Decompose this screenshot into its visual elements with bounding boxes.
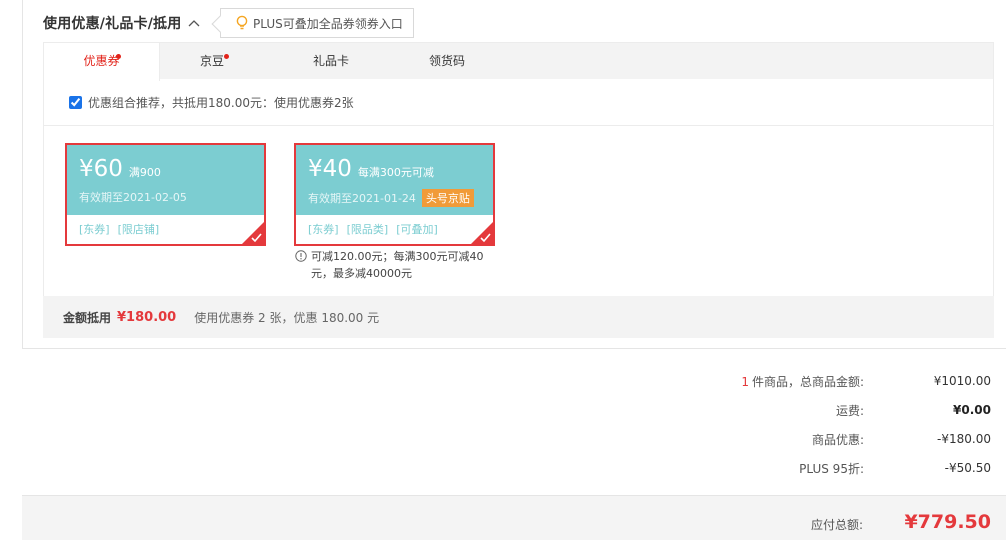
tab-label: 领货码 xyxy=(428,54,465,68)
summary-label: 1 件商品，总商品金额: xyxy=(664,373,864,390)
coupon-panel: 优惠券 京豆 礼品卡 领货码 优惠组合推荐，共抵用180.00元：使用优惠券2张… xyxy=(43,42,994,338)
amount-label: 金额抵用 xyxy=(63,310,112,325)
plus-label: PLUS 95折: xyxy=(799,461,864,476)
coupon-card[interactable]: ¥40 每满300元可减 有效期至2021-01-24 头号京贴 [东券] [限品类… xyxy=(294,143,495,246)
coupon-expiry: 有效期至2021-01-24 头号京贴 xyxy=(308,189,493,207)
coupon-expiry-text: 有效期至2021-01-24 xyxy=(308,192,416,205)
plus-value: -¥50.50 xyxy=(944,461,991,475)
discount-amount-bar: 金额抵用 ¥180.00 使用优惠券 2 张，优惠 180.00 元 xyxy=(43,296,994,338)
coupon-expiry-text: 有效期至2021-02-05 xyxy=(79,191,187,204)
coupon-header: ¥40 每满300元可减 有效期至2021-01-24 头号京贴 xyxy=(296,145,493,215)
coupon-note: 可减120.00元；每满300元可减40元，最多减40000元 xyxy=(295,248,495,282)
summary-items-total: 1 件商品，总商品金额: ¥1010.00 xyxy=(664,371,991,391)
tab-coupons[interactable]: 优惠券 xyxy=(44,43,160,81)
payable-total-bar: 应付总额: ¥779.50 xyxy=(22,495,1006,540)
selected-check-icon xyxy=(242,222,264,244)
coupon-note-text: 可减120.00元；每满300元可减40元，最多减40000元 xyxy=(311,250,484,280)
tab-bar: 优惠券 京豆 礼品卡 领货码 xyxy=(43,42,994,81)
coupon-condition: 每满300元可减 xyxy=(357,166,434,179)
coupon-tag: [东券] xyxy=(79,223,110,236)
shipping-label: 运费: xyxy=(835,403,864,418)
plus-tip-text: PLUS可叠加全品券领券入口 xyxy=(253,16,403,31)
coupon-amount: ¥40 xyxy=(308,156,352,182)
tab-gift-card[interactable]: 礼品卡 xyxy=(276,43,386,80)
summary-plus: PLUS 95折: -¥50.50 xyxy=(664,458,991,478)
plus-tip-bubble[interactable]: PLUS可叠加全品券领券入口 xyxy=(220,8,414,38)
coupon-tag: [东券] xyxy=(308,223,339,236)
coupon-tags: [东券] [限店铺] xyxy=(67,215,264,244)
tab-jingdou[interactable]: 京豆 xyxy=(160,43,264,80)
coupon-badge: 头号京贴 xyxy=(421,189,474,207)
section-title: 使用优惠/礼品卡/抵用 xyxy=(43,16,182,32)
summary-shipping: 运费: ¥0.00 xyxy=(664,400,991,420)
coupon-list: ¥60 满900 有效期至2021-02-05 [东券] [限店铺] ¥40 每满30… xyxy=(43,125,994,296)
combo-recommend-row: 优惠组合推荐，共抵用180.00元：使用优惠券2张 xyxy=(43,79,994,125)
coupon-card[interactable]: ¥60 满900 有效期至2021-02-05 [东券] [限店铺] xyxy=(65,143,266,246)
tab-label: 优惠券 xyxy=(83,54,120,68)
tab-redeem-code[interactable]: 领货码 xyxy=(394,43,500,80)
chevron-up-icon[interactable] xyxy=(187,16,201,30)
coupon-header: ¥60 满900 有效期至2021-02-05 xyxy=(67,145,264,215)
summary-discount: 商品优惠: -¥180.00 xyxy=(664,429,991,449)
payable-label: 应付总额: xyxy=(810,518,863,532)
tab-label: 礼品卡 xyxy=(312,54,349,68)
amount-desc: 使用优惠券 2 张，优惠 180.00 元 xyxy=(194,310,380,325)
combo-checkbox[interactable] xyxy=(69,95,82,109)
coupon-condition: 满900 xyxy=(128,166,161,179)
tab-label: 京豆 xyxy=(199,54,224,68)
coupon-tag: [可叠加] xyxy=(396,223,438,236)
notification-dot xyxy=(116,54,121,59)
items-total-value: ¥1010.00 xyxy=(933,374,991,388)
lightbulb-icon xyxy=(235,15,249,31)
notification-dot xyxy=(224,54,229,59)
discount-label: 商品优惠: xyxy=(811,432,864,447)
panel-left-border xyxy=(22,0,23,349)
items-count: 1 xyxy=(741,374,749,389)
selected-check-icon xyxy=(471,222,493,244)
panel-bottom-border xyxy=(22,348,1006,349)
coupon-tag: [限品类] xyxy=(346,223,389,236)
coupon-expiry: 有效期至2021-02-05 xyxy=(79,189,264,205)
items-label: 件商品，总商品金额: xyxy=(751,374,864,389)
combo-text: 优惠组合推荐，共抵用180.00元：使用优惠券2张 xyxy=(88,95,354,110)
payable-value: ¥779.50 xyxy=(904,511,991,533)
amount-value: ¥180.00 xyxy=(117,309,177,325)
coupon-tags: [东券] [限品类] [可叠加] xyxy=(296,215,493,244)
coupon-amount: ¥60 xyxy=(79,156,123,182)
shipping-value: ¥0.00 xyxy=(953,403,991,417)
discount-value: -¥180.00 xyxy=(937,432,991,446)
discount-section-header: 使用优惠/礼品卡/抵用 xyxy=(43,8,201,38)
info-icon xyxy=(295,250,307,262)
coupon-tag: [限店铺] xyxy=(117,223,160,236)
